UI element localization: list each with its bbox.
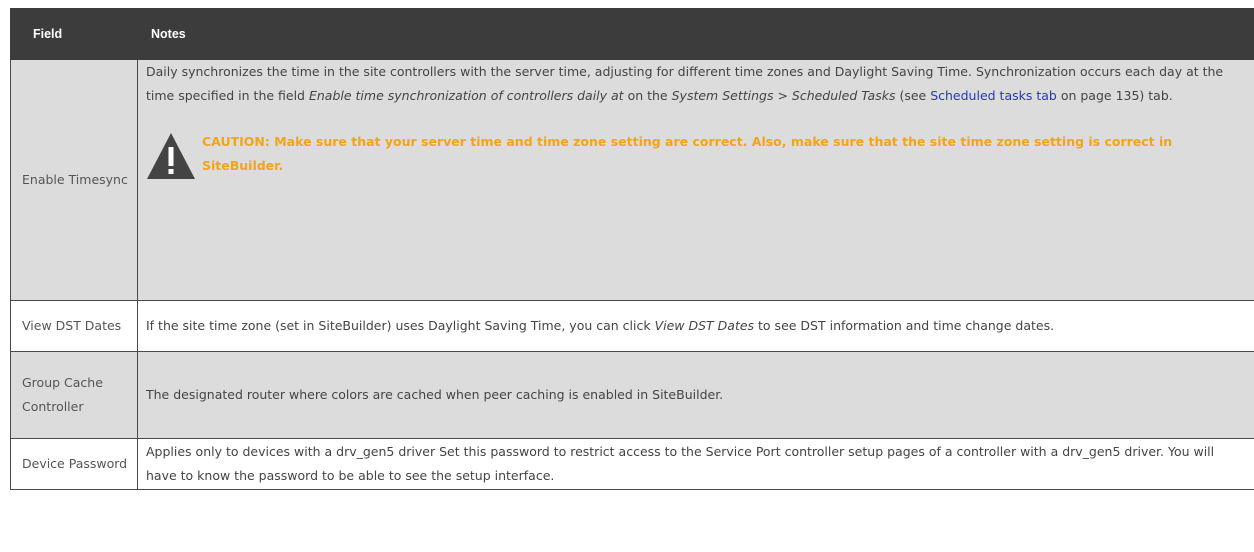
field-cell: Enable Timesync	[10, 59, 138, 301]
table-row: Enable Timesync Daily synchronizes the t…	[10, 59, 1254, 301]
notes-text: to see DST information and time change d…	[754, 318, 1055, 333]
header-field: Field	[10, 8, 138, 60]
field-reference-text: Enable time synchronization of controlle…	[308, 88, 624, 103]
table-row: Device Password Applies only to devices …	[10, 438, 1254, 490]
warning-triangle-icon	[147, 133, 195, 179]
notes-cell: The designated router where colors are c…	[137, 351, 1254, 439]
table-header-row: Field Notes	[10, 8, 1254, 60]
notes-text: on page 135) tab.	[1056, 88, 1173, 103]
table-row: View DST Dates If the site time zone (se…	[10, 300, 1254, 352]
button-reference-text: View DST Dates	[654, 318, 755, 333]
menu-path-text: System Settings > Scheduled Tasks	[671, 88, 896, 103]
field-cell: View DST Dates	[10, 300, 138, 352]
document-page: Field Notes Enable Timesync Daily synchr…	[0, 0, 1254, 552]
header-notes: Notes	[137, 8, 1254, 60]
field-cell: Device Password	[10, 438, 138, 490]
notes-paragraph: Daily synchronizes the time in the site …	[146, 60, 1244, 108]
notes-cell: Applies only to devices with a drv_gen5 …	[137, 438, 1254, 490]
scheduled-tasks-link[interactable]: Scheduled tasks tab	[930, 88, 1057, 103]
notes-text: (see	[895, 88, 931, 103]
field-cell: Group Cache Controller	[10, 351, 138, 439]
caution-text: CAUTION: Make sure that your server time…	[202, 134, 1173, 173]
notes-text: on the	[623, 88, 672, 103]
table-row: Group Cache Controller The designated ro…	[10, 351, 1254, 439]
notes-cell: If the site time zone (set in SiteBuilde…	[137, 300, 1254, 352]
notes-cell: Daily synchronizes the time in the site …	[137, 59, 1254, 301]
notes-text: If the site time zone (set in SiteBuilde…	[146, 318, 655, 333]
caution-box: CAUTION: Make sure that your server time…	[146, 122, 1244, 180]
settings-table: Field Notes Enable Timesync Daily synchr…	[10, 8, 1254, 490]
